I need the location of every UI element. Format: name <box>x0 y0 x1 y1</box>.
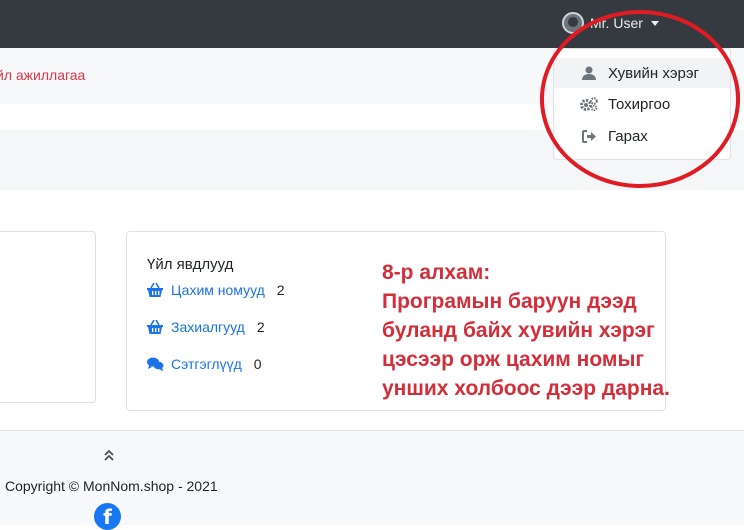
user-icon <box>578 66 600 80</box>
scroll-up-icon[interactable] <box>103 448 115 466</box>
annotation-line: цэсээр орж цахим номыг <box>382 348 645 371</box>
basket-icon <box>147 319 163 334</box>
annotation-line: Програмын баруун дээд <box>382 290 637 313</box>
stat-row-ebooks: Цахим номууд 2 <box>147 282 285 298</box>
menu-item-label: Хувийн хэрэг <box>608 64 699 82</box>
stat-row-comments: Сэтгэглүүд 0 <box>147 356 262 372</box>
comments-count: 0 <box>253 356 262 372</box>
menu-item-label: Тохиргоо <box>608 95 671 113</box>
menu-item-settings[interactable]: Тохиргоо <box>554 89 730 119</box>
top-navbar: Mr. User <box>0 0 744 48</box>
cogs-icon <box>578 97 600 111</box>
activity-link[interactable]: йл ажиллагаа <box>0 67 85 83</box>
caret-down-icon <box>650 20 659 26</box>
user-avatar <box>562 12 584 34</box>
ebooks-link[interactable]: Цахим номууд <box>171 282 265 298</box>
facebook-icon[interactable]: f <box>94 503 121 530</box>
instruction-annotation: 8-р алхам: Програмын баруун дээд буланд … <box>382 258 742 403</box>
page-footer: Copyright © MonNom.shop - 2021 f <box>0 430 744 530</box>
menu-item-profile[interactable]: Хувийн хэрэг <box>554 58 730 88</box>
activity-card-title: Үйл явдлууд <box>147 256 234 273</box>
user-menu-toggle[interactable]: Mr. User <box>562 10 659 36</box>
left-card <box>0 231 96 403</box>
user-dropdown-menu: Хувийн хэрэг Тохиргоо Гарах <box>553 48 731 160</box>
annotation-line: буланд байх хувийн хэрэг <box>382 319 655 342</box>
menu-item-logout[interactable]: Гарах <box>554 121 730 151</box>
annotation-line: унших холбоос дээр дарна. <box>382 377 670 400</box>
copyright-text: Copyright © MonNom.shop - 2021 <box>5 478 218 494</box>
comments-link[interactable]: Сэтгэглүүд <box>171 356 242 372</box>
orders-count: 2 <box>256 319 265 335</box>
orders-link[interactable]: Захиалгууд <box>171 319 245 335</box>
annotation-line: 8-р алхам: <box>382 261 491 284</box>
user-name: Mr. User <box>590 15 643 31</box>
comments-icon <box>147 357 164 371</box>
sign-out-icon <box>578 129 600 143</box>
stat-row-orders: Захиалгууд 2 <box>147 319 265 335</box>
ebooks-count: 2 <box>276 282 285 298</box>
basket-icon <box>147 282 163 297</box>
menu-item-label: Гарах <box>608 127 648 145</box>
